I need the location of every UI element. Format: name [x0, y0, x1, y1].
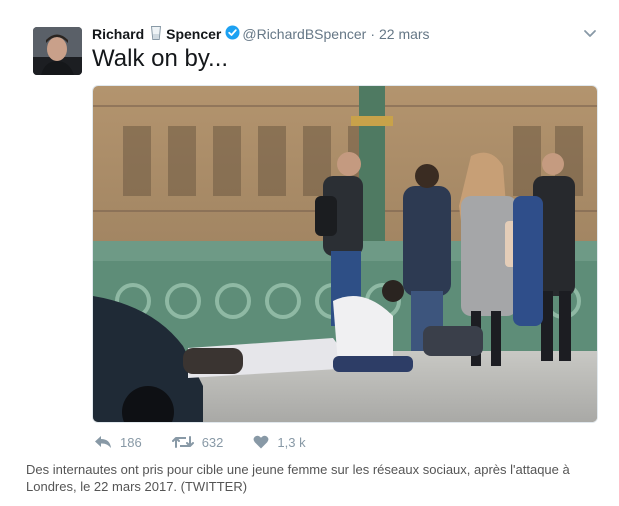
like-button[interactable]: 1,3 k — [253, 434, 306, 450]
tweet-header: Richard Spencer @RichardBSpencer · 22 ma… — [92, 24, 430, 44]
tweet-photo[interactable] — [92, 85, 598, 423]
author-first-name[interactable]: Richard — [92, 26, 144, 42]
retweet-count: 632 — [201, 434, 224, 450]
tweet-timestamp[interactable]: 22 mars — [379, 26, 430, 42]
reply-count: 186 — [120, 434, 142, 450]
author-last-name[interactable]: Spencer — [166, 26, 221, 42]
retweet-icon — [171, 436, 194, 448]
verified-badge-icon — [225, 25, 240, 43]
heart-icon — [253, 435, 269, 449]
author-handle[interactable]: @RichardBSpencer — [242, 26, 366, 42]
reply-icon — [95, 436, 111, 448]
time-separator: · — [370, 26, 375, 42]
reply-button[interactable]: 186 — [94, 435, 142, 450]
tweet-card: Richard Spencer @RichardBSpencer · 22 ma… — [0, 0, 619, 460]
tweet-text: Walk on by... — [92, 45, 229, 72]
chevron-down-icon[interactable] — [582, 27, 598, 39]
avatar[interactable] — [33, 27, 82, 75]
retweet-button[interactable]: 632 — [171, 434, 224, 450]
article-caption: Des internautes ont pris pour cible une … — [26, 462, 570, 494]
like-count: 1,3 k — [277, 434, 306, 450]
tweet-actions: 186 632 1,3 k — [94, 432, 336, 452]
glass-icon — [150, 25, 162, 44]
